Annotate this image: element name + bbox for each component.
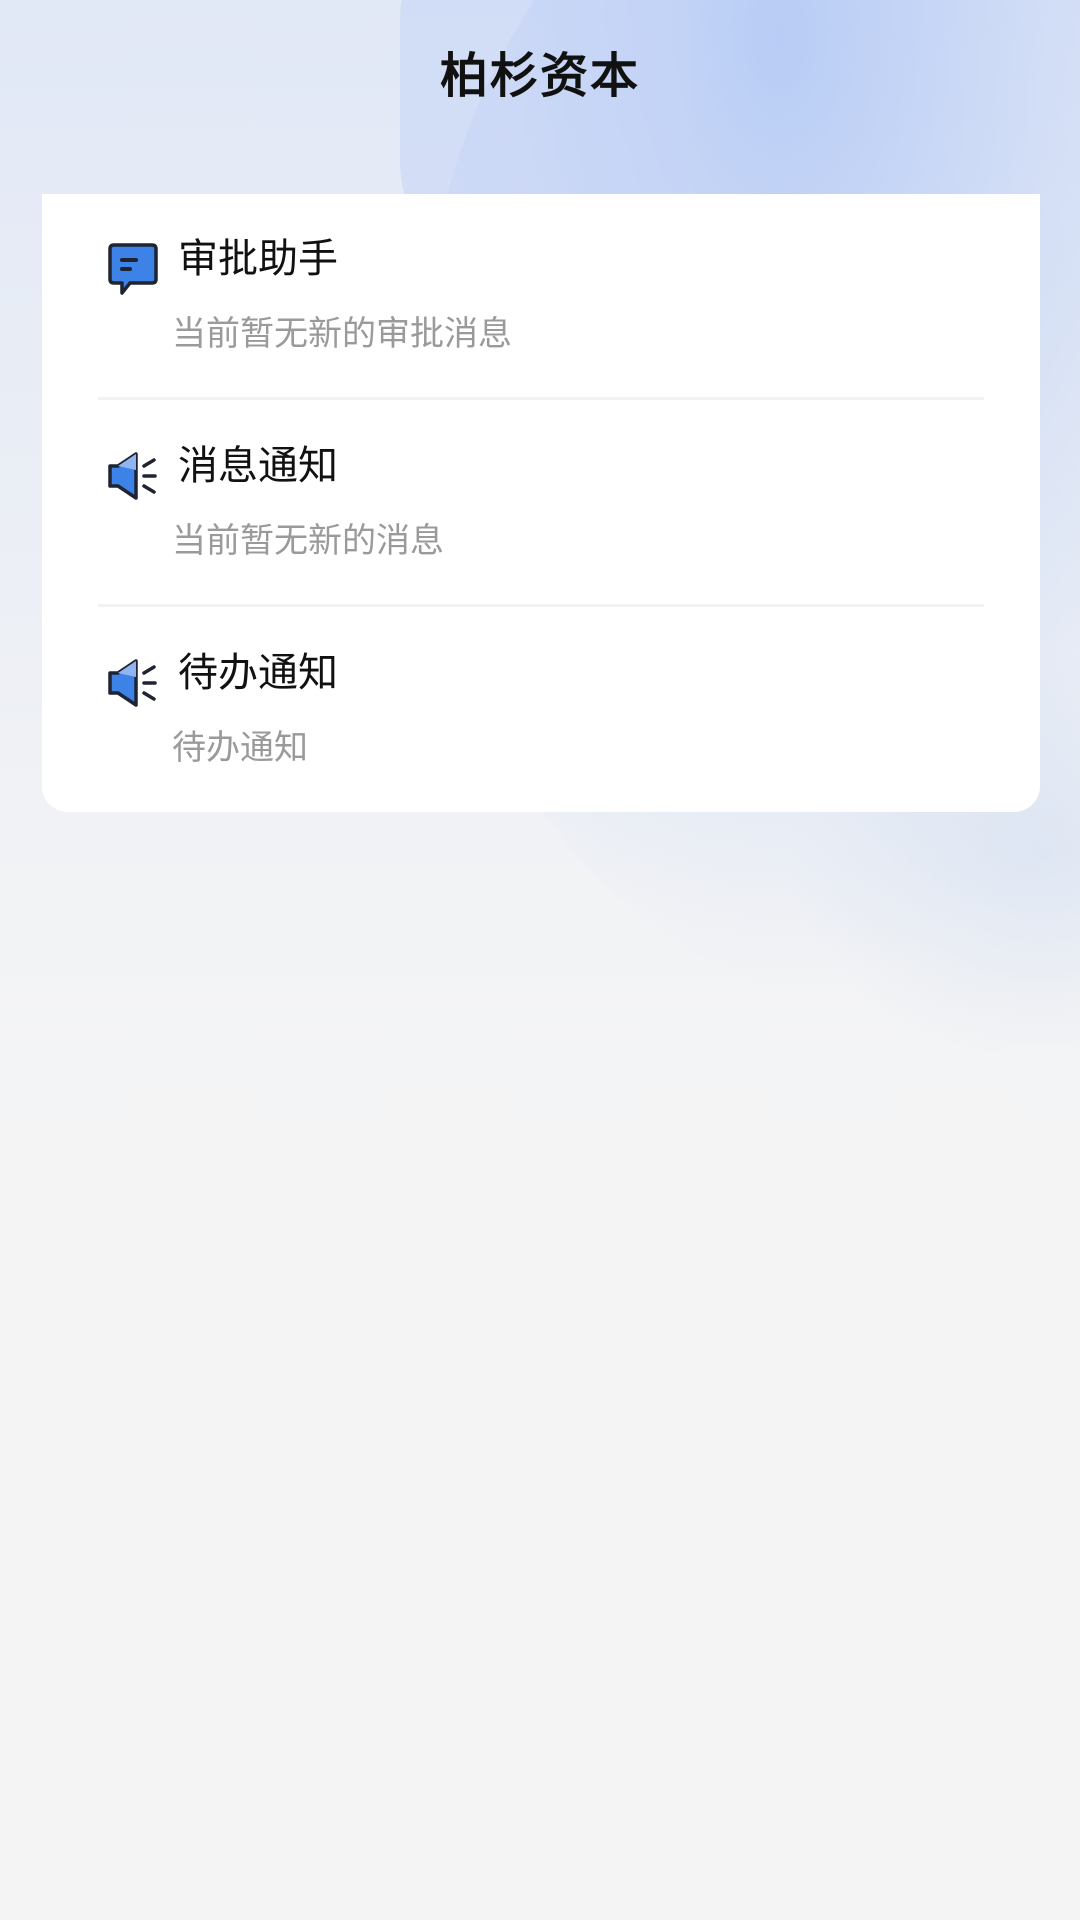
- speaker-icon: [104, 448, 160, 504]
- message-list-card: 审批助手 当前暂无新的审批消息 消息通知 当前暂无新的消息 待办通知 待办通知: [42, 194, 1040, 812]
- message-item-approval-assistant[interactable]: 审批助手 当前暂无新的审批消息: [42, 194, 1040, 401]
- message-item-title: 待办通知: [178, 650, 338, 696]
- message-item-description: 待办通知: [172, 728, 308, 768]
- chat-bubble-icon: [104, 241, 160, 297]
- speaker-icon: [104, 655, 160, 711]
- divider: [98, 604, 984, 607]
- message-item-notifications[interactable]: 消息通知 当前暂无新的消息: [42, 401, 1040, 608]
- message-item-description: 当前暂无新的消息: [172, 521, 444, 561]
- message-item-title: 审批助手: [178, 236, 338, 282]
- divider: [98, 397, 984, 400]
- message-item-title: 消息通知: [178, 443, 338, 489]
- message-item-todo-notifications[interactable]: 待办通知 待办通知: [42, 608, 1040, 815]
- message-item-description: 当前暂无新的审批消息: [172, 314, 512, 354]
- page-title: 柏杉资本: [439, 48, 640, 104]
